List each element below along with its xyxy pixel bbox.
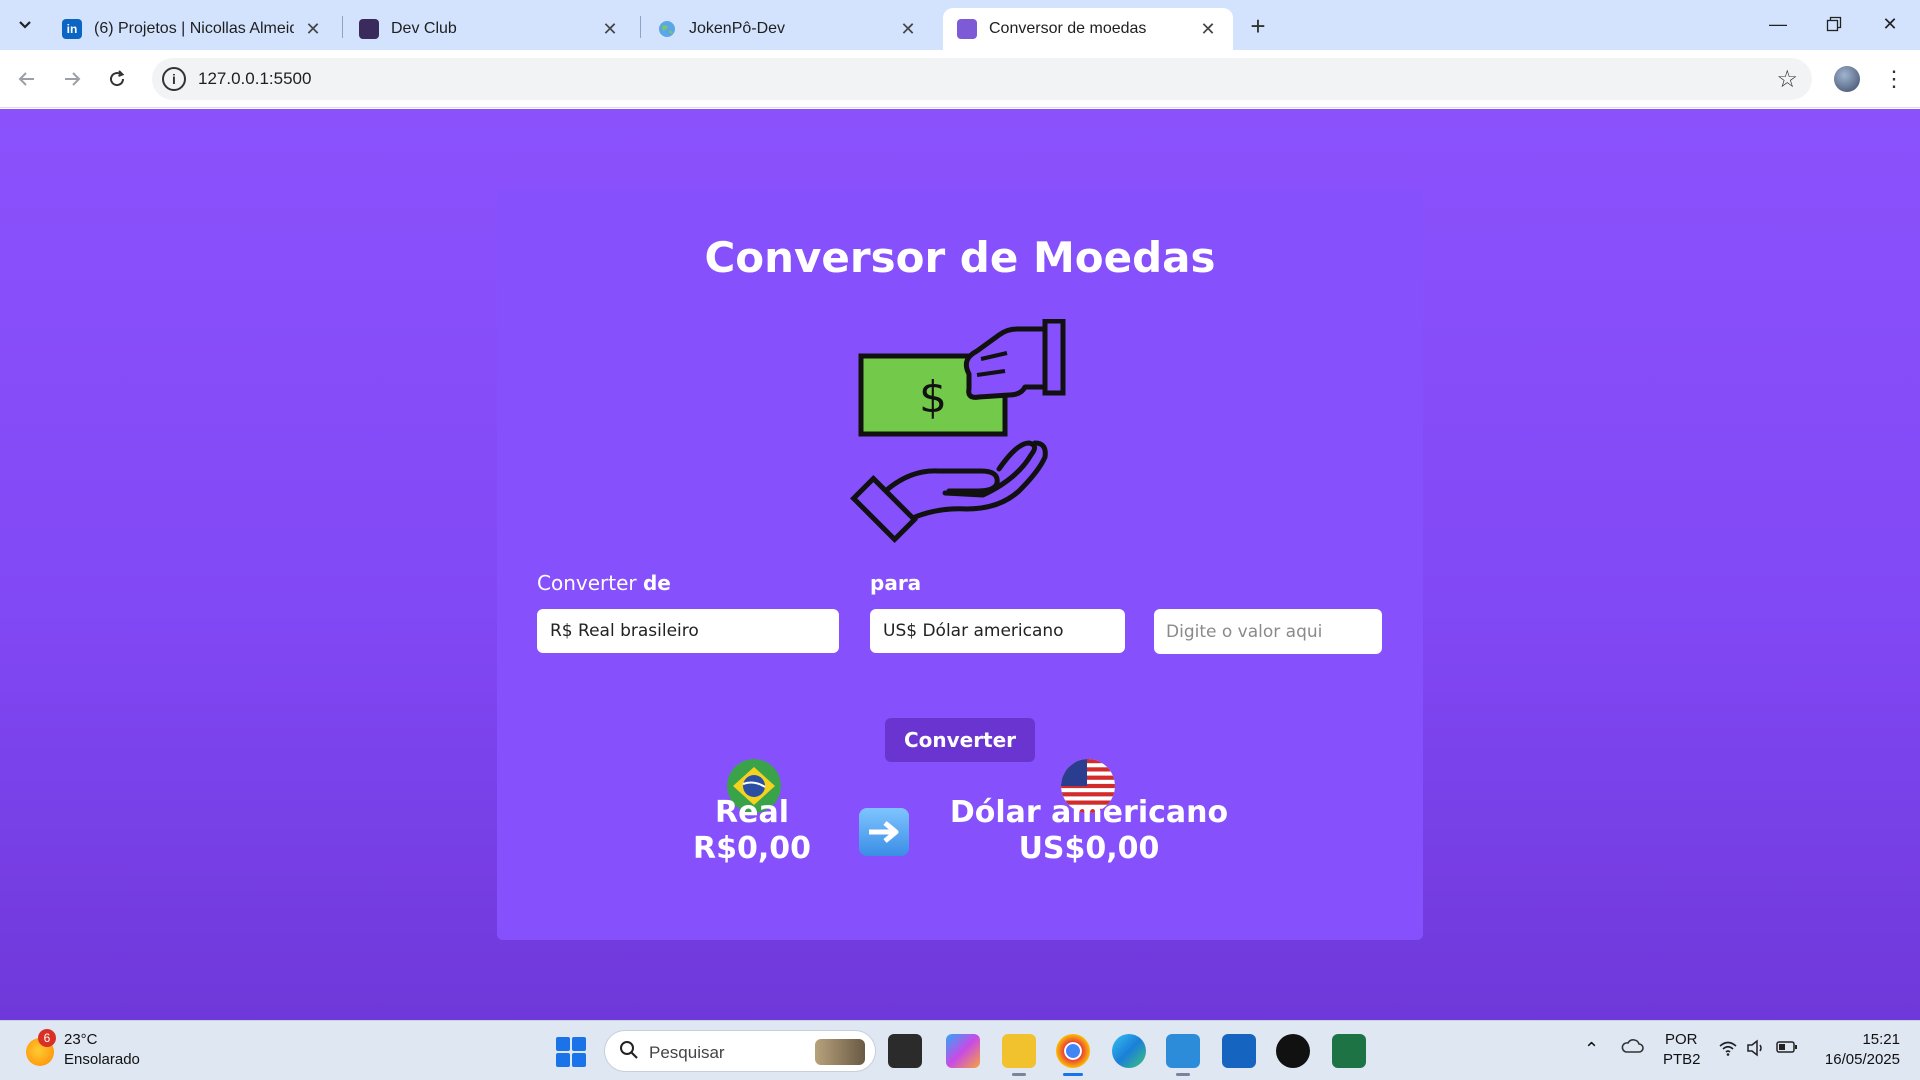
to-label: para xyxy=(870,571,921,595)
profile-avatar[interactable] xyxy=(1834,66,1860,92)
from-label-bold: de xyxy=(642,571,671,595)
volume-icon[interactable] xyxy=(1746,1039,1766,1061)
chrome-icon[interactable] xyxy=(1056,1034,1090,1068)
restore-icon xyxy=(1826,16,1842,32)
tab-title: Conversor de moedas xyxy=(989,20,1147,37)
wifi-icon[interactable] xyxy=(1718,1039,1738,1061)
reload-button[interactable] xyxy=(100,62,134,96)
app-indicator xyxy=(1176,1073,1190,1076)
reload-icon xyxy=(110,70,125,87)
close-icon[interactable]: ✕ xyxy=(302,18,324,40)
tab-separator xyxy=(342,16,343,38)
tab-search-button[interactable] xyxy=(10,12,40,38)
from-currency-select[interactable]: R$ Real brasileiro xyxy=(537,609,839,653)
from-label-prefix: Converter xyxy=(537,571,637,595)
copilot-icon[interactable] xyxy=(946,1034,980,1068)
convert-button[interactable]: Converter xyxy=(885,718,1035,762)
dell-icon[interactable] xyxy=(1276,1034,1310,1068)
to-currency-name: Dólar americano xyxy=(949,795,1229,830)
weather-temperature[interactable]: 23°C xyxy=(64,1031,98,1048)
page-title: Conversor de Moedas xyxy=(704,233,1216,282)
tab-dev-club[interactable]: Dev Club ✕ xyxy=(345,8,635,50)
battery-icon[interactable] xyxy=(1776,1040,1798,1058)
from-label: Converter de xyxy=(537,571,671,595)
to-currency-select[interactable]: US$ Dólar americano xyxy=(870,609,1125,653)
browser-tab-bar: in (6) Projetos | Nicollas Almeida L ✕ D… xyxy=(0,0,1920,50)
globe-icon xyxy=(657,19,677,39)
browser-menu-icon[interactable]: ⋮ xyxy=(1883,62,1905,96)
tab-title: Dev Club xyxy=(391,20,457,37)
search-highlight-image xyxy=(815,1039,865,1065)
address-bar[interactable]: i 127.0.0.1:5500 ☆ xyxy=(152,58,1812,100)
svg-text:$: $ xyxy=(919,372,947,423)
tab-separator xyxy=(640,16,641,38)
close-icon[interactable]: ✕ xyxy=(1197,18,1219,40)
back-arrow-icon xyxy=(18,72,34,86)
microsoft-store-icon[interactable] xyxy=(1222,1034,1256,1068)
minimize-button[interactable]: — xyxy=(1758,8,1798,40)
forward-arrow-icon xyxy=(65,72,81,86)
page-body: Conversor de Moedas $ Converter de para … xyxy=(0,109,1920,1020)
converter-card: Conversor de Moedas $ Converter de para … xyxy=(497,189,1423,940)
bookmark-star-icon[interactable]: ☆ xyxy=(1776,65,1798,94)
search-icon xyxy=(619,1039,639,1067)
taskbar-search[interactable]: Pesquisar xyxy=(604,1030,876,1072)
to-currency-value: US$0,00 xyxy=(1018,831,1160,866)
language-bottom[interactable]: PTB2 xyxy=(1663,1051,1701,1068)
tab-jokenpo[interactable]: JokenPô-Dev ✕ xyxy=(643,8,933,50)
excel-icon[interactable] xyxy=(1332,1034,1366,1068)
arrow-right-icon xyxy=(859,808,909,856)
back-button[interactable] xyxy=(10,62,44,96)
tab-linkedin[interactable]: in (6) Projetos | Nicollas Almeida L ✕ xyxy=(48,8,338,50)
money-exchange-illustration: $ xyxy=(850,319,1066,543)
devclub-icon xyxy=(359,19,379,39)
to-label-text: para xyxy=(870,571,922,595)
weather-badge: 6 xyxy=(38,1029,56,1047)
task-view-icon[interactable] xyxy=(888,1034,922,1068)
forward-button[interactable] xyxy=(55,62,89,96)
url-text[interactable]: 127.0.0.1:5500 xyxy=(198,69,311,89)
close-icon[interactable]: ✕ xyxy=(599,18,621,40)
chevron-up-icon[interactable]: ⌃ xyxy=(1584,1039,1599,1060)
search-placeholder: Pesquisar xyxy=(649,1043,725,1062)
tab-title: JokenPô-Dev xyxy=(689,20,786,37)
edge-icon[interactable] xyxy=(1112,1034,1146,1068)
weather-description[interactable]: Ensolarado xyxy=(64,1051,140,1068)
tab-title: (6) Projetos | Nicollas Almeida L xyxy=(94,20,294,37)
clock-time[interactable]: 15:21 xyxy=(1840,1031,1900,1048)
app-indicator xyxy=(1012,1073,1026,1076)
chevron-down-icon xyxy=(19,21,31,29)
restore-button[interactable] xyxy=(1814,8,1854,40)
linkedin-icon: in xyxy=(62,19,82,39)
from-currency-value: R$0,00 xyxy=(693,831,811,866)
windows-start-icon[interactable] xyxy=(556,1037,586,1067)
windows-taskbar: 6 23°C Ensolarado Pesquisar ⌃ POR PTB2 1… xyxy=(0,1020,1920,1080)
new-tab-button[interactable]: + xyxy=(1244,11,1272,41)
from-currency-name: Real xyxy=(715,795,789,830)
page-icon xyxy=(957,19,977,39)
browser-toolbar: i 127.0.0.1:5500 ☆ xyxy=(0,50,1920,108)
close-window-button[interactable]: ✕ xyxy=(1870,8,1910,40)
language-top[interactable]: POR xyxy=(1665,1031,1698,1048)
site-info-icon[interactable]: i xyxy=(162,67,186,91)
tab-conversor[interactable]: Conversor de moedas ✕ xyxy=(943,8,1233,50)
clock-date[interactable]: 16/05/2025 xyxy=(1810,1051,1900,1068)
onedrive-cloud-icon[interactable] xyxy=(1620,1037,1644,1059)
vscode-icon[interactable] xyxy=(1166,1034,1200,1068)
close-icon[interactable]: ✕ xyxy=(897,18,919,40)
app-indicator-active xyxy=(1063,1073,1083,1076)
amount-input[interactable] xyxy=(1154,609,1382,654)
file-explorer-icon[interactable] xyxy=(1002,1034,1036,1068)
